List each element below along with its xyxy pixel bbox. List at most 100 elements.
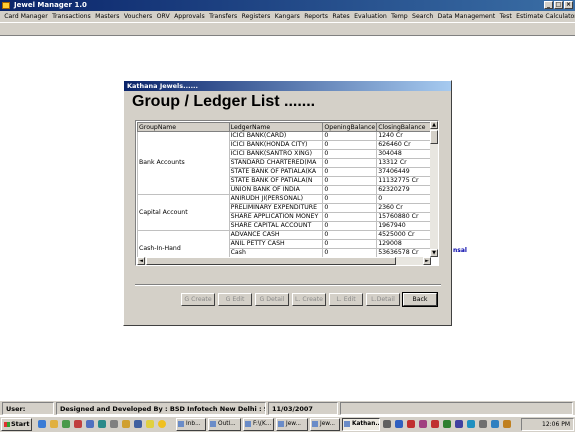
opening-balance-cell[interactable]: 0 [322, 149, 378, 159]
scroll-right-arrow-icon[interactable]: ► [423, 257, 431, 265]
table-row[interactable]: Cash-In-Hand ADVANCE CASH 0 4525000 Cr [137, 230, 431, 262]
app-icon-4[interactable] [134, 420, 142, 428]
closing-balance-cell[interactable]: 129008 [376, 239, 431, 249]
taskbar-button[interactable]: Inb... [176, 418, 206, 431]
opening-balance-cell[interactable]: 0 [322, 212, 378, 222]
ledger-name-cell[interactable]: UNION BANK OF INDIA [228, 185, 324, 195]
menu-item-registers[interactable]: Registers [239, 11, 272, 22]
scroll-down-arrow-icon[interactable]: ▼ [430, 249, 438, 257]
desktop-icon[interactable] [62, 420, 70, 428]
menu-item-masters[interactable]: Masters [93, 11, 122, 22]
l-edit-button[interactable]: L. Edit [329, 293, 363, 306]
opening-balance-cell[interactable]: 0 [322, 203, 378, 213]
closing-balance-cell[interactable]: 2360 Cr [376, 203, 431, 213]
tray-icon-7[interactable] [455, 420, 463, 428]
menu-item-reports[interactable]: Reports [302, 11, 330, 22]
table-row[interactable]: Capital Account ANIRUDH JI(PERSONAL) 0 0 [137, 194, 431, 231]
closing-balance-cell[interactable]: 1240 Cr [376, 131, 431, 141]
app-icon-5[interactable] [146, 420, 154, 428]
tray-icon-2[interactable] [395, 420, 403, 428]
ledger-name-cell[interactable]: ANIRUDH JI(PERSONAL) [228, 194, 324, 204]
closing-balance-cell[interactable]: 62320279 [376, 185, 431, 195]
ledger-name-cell[interactable]: ICICI BANK(HONDA CITY) [228, 140, 324, 150]
maximize-button[interactable]: □ [554, 1, 563, 9]
back-button[interactable]: Back [402, 292, 438, 307]
tray-icon-9[interactable] [479, 420, 487, 428]
opening-balance-cell[interactable]: 0 [322, 230, 378, 240]
closing-balance-cell[interactable]: 15760880 Cr [376, 212, 431, 222]
clock[interactable]: 12:06 PM [542, 421, 570, 428]
opening-balance-cell[interactable]: 0 [322, 194, 378, 204]
ledger-name-cell[interactable]: STANDARD CHARTERED(MA [228, 158, 324, 168]
closing-balance-cell[interactable]: 304048 [376, 149, 431, 159]
app-icon-3[interactable] [122, 420, 130, 428]
closing-balance-cell[interactable]: 37406449 [376, 167, 431, 177]
app-icon-1[interactable] [98, 420, 106, 428]
app-icon-2[interactable] [110, 420, 118, 428]
ledger-grid[interactable]: GroupName LedgerName OpeningBalance Clos… [135, 120, 439, 266]
closing-balance-cell[interactable]: 1967940 [376, 221, 431, 231]
tray-icon-10[interactable] [491, 420, 499, 428]
opening-balance-cell[interactable]: 0 [322, 158, 378, 168]
tray-icon-11[interactable] [503, 420, 511, 428]
tray-icon-8[interactable] [467, 420, 475, 428]
opening-balance-cell[interactable]: 0 [322, 221, 378, 231]
g-detail-button[interactable]: G Detail [255, 293, 289, 306]
minimize-button[interactable]: _ [544, 1, 553, 9]
g-create-button[interactable]: G Create [181, 293, 215, 306]
closing-balance-cell[interactable]: 0 [376, 194, 431, 204]
vertical-scrollbar[interactable]: ▲ ▼ [430, 121, 438, 257]
opening-balance-cell[interactable]: 0 [322, 176, 378, 186]
opening-balance-cell[interactable]: 0 [322, 185, 378, 195]
closing-balance-cell[interactable]: 13312 Cr [376, 158, 431, 168]
horizontal-scrollbar[interactable]: ◄ ► [137, 257, 431, 265]
ledger-name-cell[interactable]: ICICI BANK(SANTRO XING) [228, 149, 324, 159]
group-name-cell[interactable]: Bank Accounts [137, 131, 230, 195]
menu-item-transfers[interactable]: Transfers [207, 11, 239, 22]
outlook-icon[interactable] [86, 420, 94, 428]
scroll-up-arrow-icon[interactable]: ▲ [430, 121, 438, 129]
close-button[interactable]: × [564, 1, 573, 9]
table-row[interactable]: Bank Accounts ICICI BANK(CARD) 0 1240 Cr [137, 131, 431, 195]
horizontal-scroll-thumb[interactable] [146, 257, 396, 265]
l-detail-button[interactable]: L.Detail [366, 293, 400, 306]
ledger-name-cell[interactable]: STATE BANK OF PATIALA(KA [228, 167, 324, 177]
vertical-scroll-thumb[interactable] [430, 130, 438, 144]
ledger-name-cell[interactable]: STATE BANK OF PATIALA(N [228, 176, 324, 186]
tray-icon-5[interactable] [431, 420, 439, 428]
column-header-closing[interactable]: ClosingBalance [376, 122, 431, 132]
closing-balance-cell[interactable]: 11132775 Cr [376, 176, 431, 186]
column-header-group[interactable]: GroupName [137, 122, 230, 132]
menu-item-vouchers[interactable]: Vouchers [122, 11, 155, 22]
opening-balance-cell[interactable]: 0 [322, 239, 378, 249]
taskbar-button[interactable]: F:\(K... [243, 418, 274, 431]
opening-balance-cell[interactable]: 0 [322, 167, 378, 177]
opening-balance-cell[interactable]: 0 [322, 131, 378, 141]
taskbar-button[interactable]: Jew... [276, 418, 308, 431]
tray-icon-6[interactable] [443, 420, 451, 428]
ledger-name-cell[interactable]: ICICI BANK(CARD) [228, 131, 324, 141]
start-button[interactable]: Start [1, 418, 32, 431]
l-create-button[interactable]: L. Create [292, 293, 326, 306]
menu-item-data-management[interactable]: Data Management [435, 11, 497, 22]
media-icon[interactable] [74, 420, 82, 428]
scroll-left-arrow-icon[interactable]: ◄ [137, 257, 145, 265]
group-name-cell[interactable]: Capital Account [137, 194, 230, 231]
tray-icon-1[interactable] [383, 420, 391, 428]
ie-icon[interactable] [38, 420, 46, 428]
ledger-name-cell[interactable]: ANIL PETTY CASH [228, 239, 324, 249]
menu-item-evaluation[interactable]: Evaluation [352, 11, 389, 22]
menu-item-transactions[interactable]: Transactions [50, 11, 93, 22]
g-edit-button[interactable]: G Edit [218, 293, 252, 306]
column-header-ledger[interactable]: LedgerName [228, 122, 324, 132]
menu-item-test[interactable]: Test [497, 11, 514, 22]
ledger-name-cell[interactable]: PRELIMINARY EXPENDITURE [228, 203, 324, 213]
taskbar-button[interactable]: Outl... [208, 418, 241, 431]
taskbar-button[interactable]: Kathan... [342, 418, 380, 431]
column-header-opening[interactable]: OpeningBalance [322, 122, 378, 132]
menu-item-kangars[interactable]: Kangars [273, 11, 303, 22]
tray-icon-3[interactable] [407, 420, 415, 428]
ledger-name-cell[interactable]: SHARE APPLICATION MONEY [228, 212, 324, 222]
closing-balance-cell[interactable]: 4525000 Cr [376, 230, 431, 240]
tray-icon-4[interactable] [419, 420, 427, 428]
